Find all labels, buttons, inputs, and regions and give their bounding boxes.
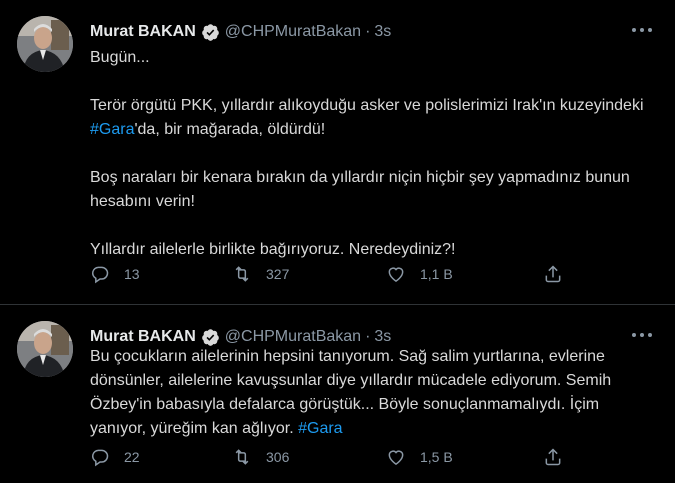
reply-count: 22	[124, 449, 140, 465]
verified-badge-icon	[201, 328, 220, 347]
retweet-icon	[235, 266, 249, 282]
reply-count: 13	[124, 266, 140, 282]
share-button[interactable]	[543, 264, 577, 284]
timestamp[interactable]: 3s	[374, 23, 391, 41]
share-icon	[545, 448, 561, 466]
author-name[interactable]: Murat BAKAN	[90, 328, 196, 346]
avatar[interactable]	[17, 321, 73, 377]
more-options-icon[interactable]	[629, 20, 655, 40]
tweet-text-segment: Terör örgütü PKK, yıllardır alıkoyduğu a…	[90, 97, 644, 114]
tweet-actions: 13 327 1,1 B	[90, 264, 570, 286]
like-count: 1,1 B	[420, 266, 453, 282]
tweet-header: Murat BAKAN @CHPMuratBakan · 3s	[90, 20, 655, 44]
tweet-paragraph: Bugün...	[90, 49, 150, 66]
like-icon	[388, 267, 404, 282]
retweet-button[interactable]: 306	[232, 447, 289, 467]
like-icon	[388, 450, 404, 465]
tweet[interactable]: Murat BAKAN @CHPMuratBakan · 3s Bu çocuk…	[0, 305, 675, 483]
author-handle[interactable]: @CHPMuratBakan	[225, 328, 361, 346]
tweet-text-segment: Bu çocukların ailelerinin hepsini tanıyo…	[90, 348, 612, 437]
hashtag-link[interactable]: #Gara	[90, 121, 134, 138]
tweet-paragraph: Boş naraları bir kenara bırakın da yılla…	[90, 169, 630, 210]
like-count: 1,5 B	[420, 449, 453, 465]
like-button[interactable]: 1,1 B	[386, 264, 453, 284]
reply-icon	[91, 449, 109, 467]
tweet-paragraph: Yıllardır ailelerle birlikte bağırıyoruz…	[90, 241, 456, 258]
author-name[interactable]: Murat BAKAN	[90, 23, 196, 41]
retweet-button[interactable]: 327	[232, 264, 289, 284]
tweet-text: Bu çocukların ailelerinin hepsini tanıyo…	[90, 345, 651, 441]
timeline-feed: Murat BAKAN @CHPMuratBakan · 3s Bugün...…	[0, 0, 675, 483]
tweet[interactable]: Murat BAKAN @CHPMuratBakan · 3s Bugün...…	[0, 0, 675, 305]
share-icon	[545, 265, 561, 283]
tweet-actions: 22 306 1,5 B	[90, 447, 570, 469]
retweet-icon	[235, 449, 249, 465]
tweet-text: Bugün... Terör örgütü PKK, yıllardır alı…	[90, 46, 651, 262]
hashtag-link[interactable]: #Gara	[298, 420, 342, 437]
like-button[interactable]: 1,5 B	[386, 447, 453, 467]
separator-dot: ·	[365, 23, 371, 40]
retweet-count: 306	[266, 449, 290, 465]
tweet-text-segment: 'da, bir mağarada, öldürdü!	[134, 121, 326, 138]
share-button[interactable]	[543, 447, 577, 467]
author-handle[interactable]: @CHPMuratBakan	[225, 23, 361, 41]
separator-dot: ·	[365, 328, 371, 345]
reply-icon	[91, 266, 109, 284]
more-options-icon[interactable]	[629, 325, 655, 345]
timestamp[interactable]: 3s	[374, 328, 391, 346]
verified-badge-icon	[201, 23, 220, 42]
tweet-paragraph: Terör örgütü PKK, yıllardır alıkoyduğu a…	[90, 94, 651, 142]
reply-button[interactable]: 22	[90, 447, 140, 467]
retweet-count: 327	[266, 266, 290, 282]
avatar[interactable]	[17, 16, 73, 72]
tweet-paragraph: Bu çocukların ailelerinin hepsini tanıyo…	[90, 345, 651, 441]
reply-button[interactable]: 13	[90, 264, 140, 284]
